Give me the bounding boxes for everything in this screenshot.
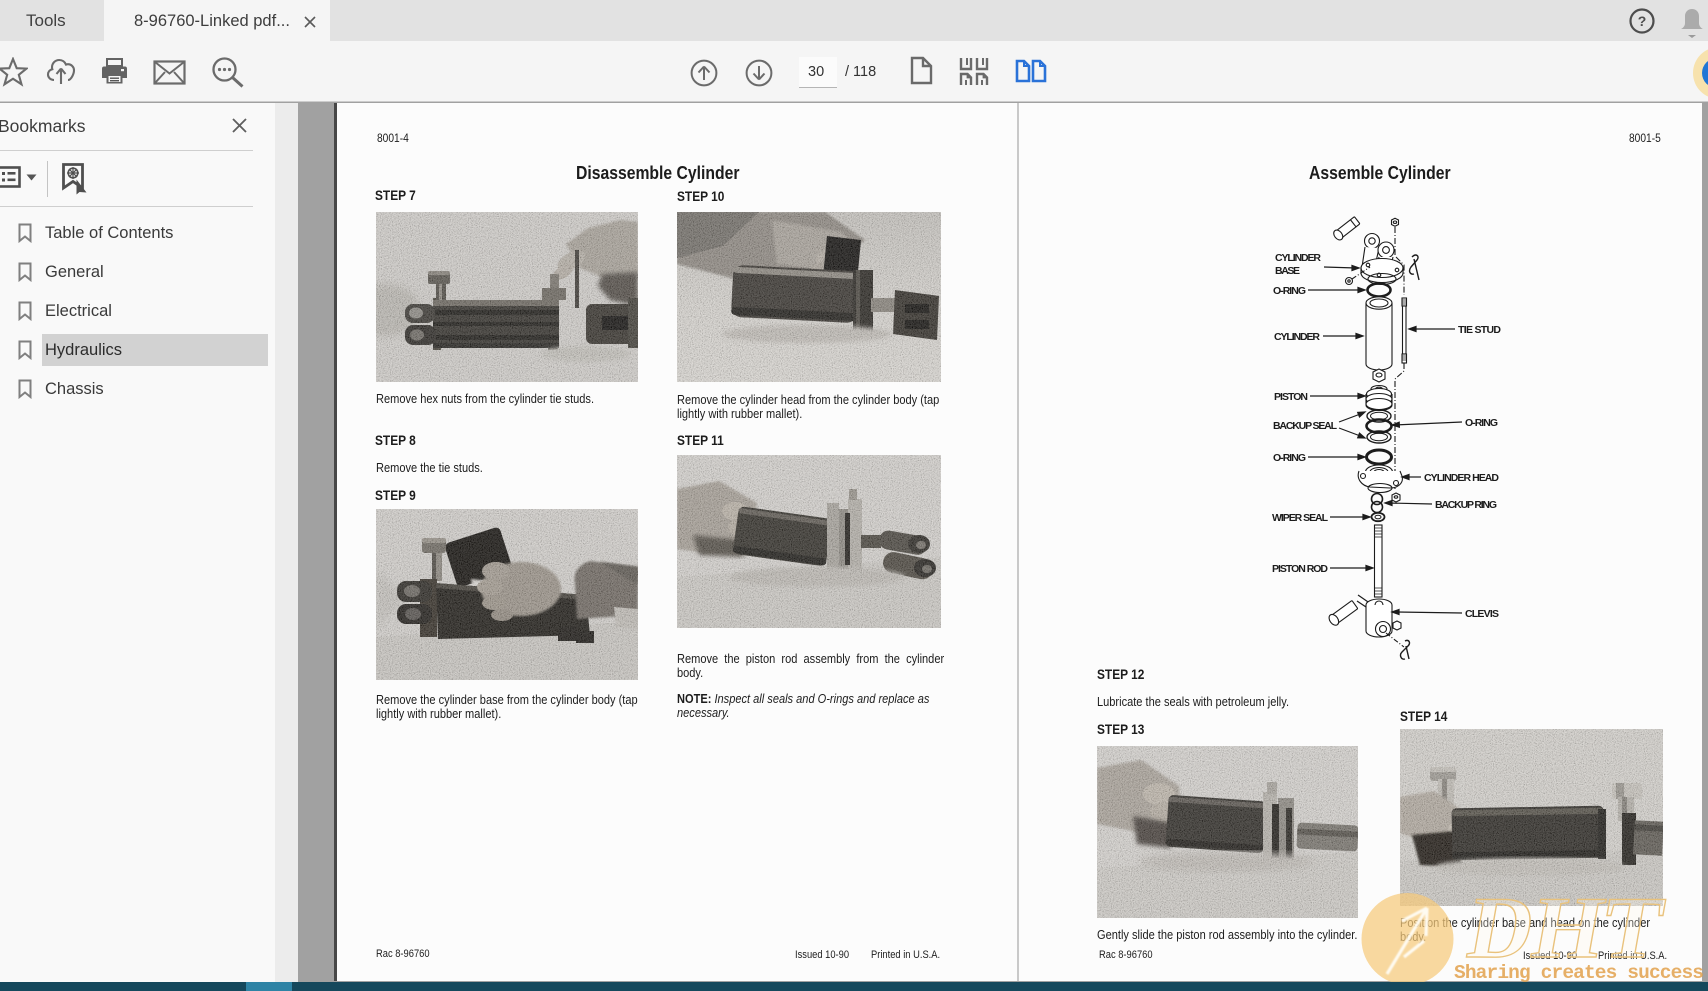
svg-text:O-RING: O-RING (1273, 285, 1306, 297)
svg-text:BASE: BASE (1275, 265, 1300, 277)
svg-text:?: ? (1638, 13, 1647, 29)
svg-text:BACKUP RING: BACKUP RING (1435, 499, 1497, 511)
svg-text:WIPER SEAL: WIPER SEAL (1272, 512, 1329, 524)
svg-text:CYLINDER: CYLINDER (1274, 331, 1320, 343)
svg-text:PISTON: PISTON (1274, 391, 1308, 403)
svg-text:PISTON ROD: PISTON ROD (1272, 563, 1328, 575)
svg-text:BACKUP SEAL: BACKUP SEAL (1273, 420, 1338, 432)
svg-text:O-RING: O-RING (1273, 452, 1306, 464)
svg-text:CLEVIS: CLEVIS (1465, 608, 1499, 620)
svg-text:Sharing creates success: Sharing creates success (1454, 962, 1704, 982)
svg-text:CYLINDER: CYLINDER (1275, 252, 1321, 264)
svg-text:TIE STUD: TIE STUD (1458, 324, 1501, 336)
svg-text:CYLINDER HEAD: CYLINDER HEAD (1424, 472, 1499, 484)
svg-text:O-RING: O-RING (1465, 417, 1498, 429)
